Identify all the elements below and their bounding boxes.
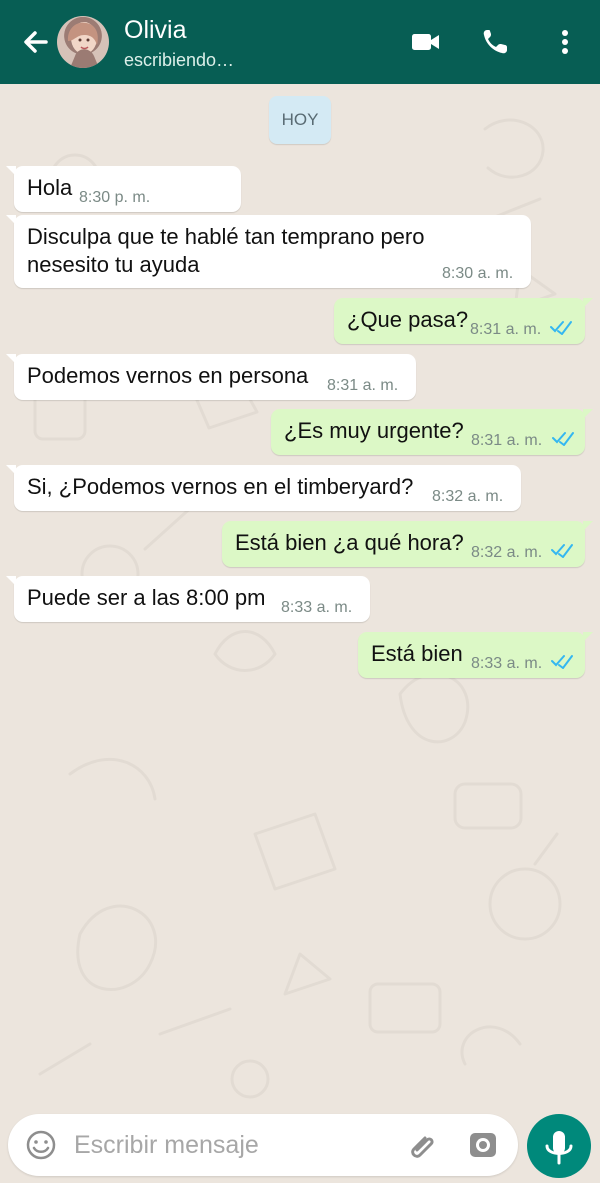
avatar[interactable] [57, 16, 109, 68]
message-text: Podemos vernos en persona [27, 363, 309, 388]
message-bubble-incoming[interactable]: Puede ser a las 8:00 pm 8:33 a. m. [6, 576, 370, 622]
message-text: Disculpa que te hablé tan temprano pero … [27, 224, 425, 277]
attach-icon[interactable] [407, 1128, 441, 1162]
message-time: 8:32 a. m. [471, 544, 543, 561]
message-text: Si, ¿Podemos vernos en el timberyard? [27, 474, 414, 499]
message-input-placeholder[interactable]: Escribir mensaje [74, 1131, 259, 1159]
message-text: ¿Es muy urgente? [284, 418, 464, 443]
message-bubble-incoming[interactable]: Disculpa que te hablé tan temprano pero … [6, 215, 531, 288]
message-text: Está bien [371, 641, 463, 666]
chat-header: Olivia escribiendo… [0, 0, 600, 84]
message-time: 8:31 a. m. [327, 377, 399, 394]
phone-icon[interactable] [478, 25, 512, 59]
double-check-read-icon [551, 655, 573, 669]
message-time: 8:31 a. m. [470, 321, 542, 338]
message-composer[interactable]: Escribir mensaje [8, 1114, 518, 1176]
message-text: Hola [27, 175, 73, 200]
message-time: 8:32 a. m. [432, 488, 504, 505]
message-time: 8:33 a. m. [281, 599, 353, 616]
back-arrow-icon[interactable] [18, 24, 54, 60]
message-text: Está bien ¿a qué hora? [235, 530, 464, 555]
message-bubble-outgoing[interactable]: ¿Es muy urgente? 8:31 a. m. [271, 409, 593, 455]
avatar-portrait-icon [67, 22, 99, 68]
double-check-read-icon [552, 432, 574, 446]
message-time: 8:31 a. m. [471, 432, 543, 449]
message-bubble-outgoing[interactable]: Está bien ¿a qué hora? 8:32 a. m. [222, 521, 593, 567]
more-options-icon[interactable] [548, 25, 582, 59]
message-time: 8:30 p. m. [79, 189, 151, 206]
message-text: ¿Que pasa? [347, 307, 469, 332]
day-separator-badge: HOY [269, 96, 331, 144]
message-bubble-incoming[interactable]: Hola 8:30 p. m. [6, 166, 241, 212]
voice-message-button[interactable] [527, 1114, 591, 1178]
camera-icon[interactable] [466, 1128, 500, 1162]
message-bubble-incoming[interactable]: Si, ¿Podemos vernos en el timberyard? 8:… [6, 465, 521, 511]
video-call-icon[interactable] [408, 25, 442, 59]
emoji-icon[interactable] [24, 1128, 58, 1162]
double-check-read-icon [551, 544, 573, 558]
message-time: 8:30 a. m. [442, 265, 514, 282]
chat-area[interactable]: HOY Hola 8:30 p. m. Disculpa que te habl… [0, 84, 600, 1102]
message-time: 8:33 a. m. [471, 655, 543, 672]
message-bubble-outgoing[interactable]: ¿Que pasa? 8:31 a. m. [334, 298, 593, 344]
message-bubble-incoming[interactable]: Podemos vernos en persona 8:31 a. m. [6, 354, 416, 400]
microphone-icon [545, 1131, 573, 1165]
message-bubble-outgoing[interactable]: Está bien 8:33 a. m. [358, 632, 593, 678]
contact-name[interactable]: Olivia [124, 16, 187, 44]
double-check-read-icon [550, 321, 572, 335]
contact-status: escribiendo… [124, 50, 235, 70]
message-text: Puede ser a las 8:00 pm [27, 585, 266, 610]
